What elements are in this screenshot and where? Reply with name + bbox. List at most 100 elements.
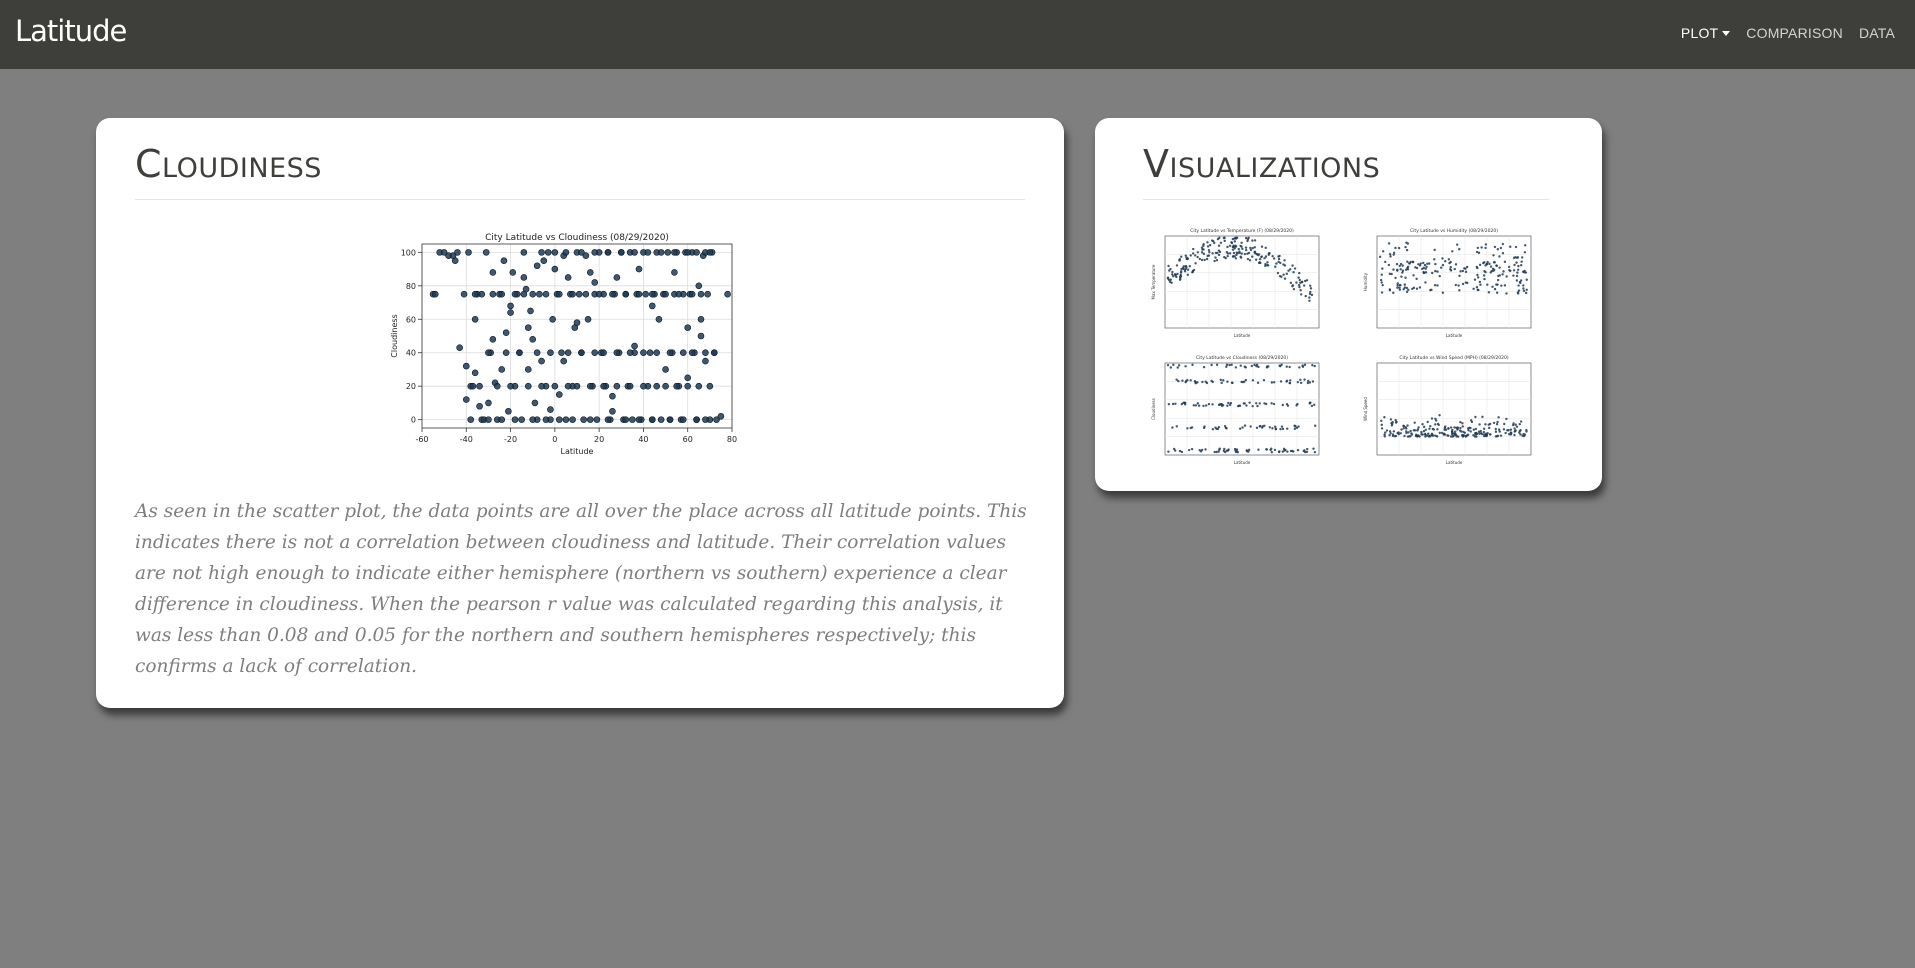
scatter-point <box>626 349 634 357</box>
thumbnail-point <box>1409 429 1412 433</box>
scatter-point <box>657 416 665 423</box>
scatter-point <box>485 349 492 357</box>
thumbnail-point <box>1175 275 1178 279</box>
thumbnail-point <box>1184 380 1187 384</box>
thumbnail-point <box>1453 426 1456 429</box>
thumbnail-point <box>1238 427 1242 430</box>
thumbnail-point <box>1303 363 1307 367</box>
scatter-point <box>431 290 439 298</box>
thumbnail-point <box>1512 422 1515 425</box>
thumbnail-y-label: Max Temperature <box>1151 264 1156 299</box>
scatter-point <box>704 290 711 298</box>
thumbnail-point <box>1313 450 1317 454</box>
thumbnail-point <box>1498 255 1501 258</box>
thumbnail-point <box>1270 381 1274 384</box>
thumbnail-point <box>1270 450 1273 454</box>
thumbnail-point <box>1472 428 1476 431</box>
thumbnail-point <box>1387 242 1391 245</box>
thumbnail-point <box>1461 282 1465 286</box>
thumbnail-point <box>1236 451 1240 454</box>
y-tick-label: 40 <box>406 349 416 358</box>
thumbnail-point <box>1525 291 1528 295</box>
scatter-point <box>684 374 692 382</box>
scatter-point <box>518 416 525 423</box>
nav-data-link[interactable]: DATA <box>1859 25 1895 41</box>
thumbnail-point <box>1436 422 1440 426</box>
thumbnail-point <box>1198 257 1202 261</box>
thumbnail-point <box>1438 414 1441 417</box>
thumbnail-point <box>1482 274 1486 277</box>
thumbnail-point <box>1464 267 1467 270</box>
nav-plot-dropdown[interactable]: PLOT <box>1681 25 1731 41</box>
thumbnail-point <box>1292 270 1295 274</box>
thumbnail-point <box>1428 427 1431 430</box>
wind-speed-plot-thumbnail[interactable]: City Latitude vs Wind Speed (MPH) (08/29… <box>1355 353 1555 473</box>
thumbnail-point <box>1223 255 1226 259</box>
thumbnail-point <box>1399 432 1402 435</box>
thumbnail-point <box>1461 425 1464 428</box>
thumbnail-point <box>1233 240 1237 243</box>
humidity-plot-thumbnail[interactable]: City Latitude vs Humidity (08/29/2020) La… <box>1355 226 1555 346</box>
thumbnail-point <box>1217 403 1221 407</box>
thumbnail-point <box>1404 276 1407 279</box>
thumbnail-point <box>1187 448 1191 452</box>
thumbnail-point <box>1279 364 1282 368</box>
thumbnail-point <box>1248 259 1252 262</box>
scatter-point <box>555 416 563 423</box>
temperature-plot-thumbnail[interactable]: City Latitude vs Temperature (F) (08/29/… <box>1143 226 1343 346</box>
thumbnail-point <box>1207 254 1211 257</box>
cloudiness-plot-thumbnail[interactable]: City Latitude vs Cloudiness (08/29/2020)… <box>1143 353 1343 473</box>
thumbnail-point <box>1399 268 1402 271</box>
thumbnail-point <box>1298 278 1302 282</box>
scatter-point <box>688 290 696 298</box>
thumbnail-point <box>1424 435 1427 438</box>
thumbnail-point <box>1419 262 1422 265</box>
thumbnail-point <box>1427 432 1430 435</box>
thumbnail-point <box>1476 246 1480 250</box>
thumbnail-point <box>1226 245 1229 249</box>
scatter-point <box>684 324 692 331</box>
x-tick-label: 40 <box>638 435 648 444</box>
scatter-point <box>564 382 572 390</box>
thumbnail-point <box>1308 296 1311 299</box>
thumbnail-point <box>1484 423 1487 426</box>
thumbnail-point <box>1216 251 1219 255</box>
navbar-brand[interactable]: Latitude <box>15 14 127 48</box>
thumbnail-point <box>1406 435 1410 438</box>
scatter-point <box>555 290 563 298</box>
thumbnail-point <box>1166 277 1170 280</box>
scatter-point <box>498 416 506 423</box>
thumbnail-point <box>1464 281 1468 284</box>
thumbnail-point <box>1295 404 1298 407</box>
thumbnail-point <box>1506 429 1509 432</box>
nav-comparison-link[interactable]: COMPARISON <box>1746 25 1843 41</box>
thumbnail-point <box>1475 286 1479 289</box>
thumbnail-point <box>1488 262 1491 266</box>
thumbnail-point <box>1202 404 1205 408</box>
thumbnail-point <box>1519 281 1522 285</box>
thumbnail-point <box>1191 270 1194 274</box>
thumbnail-point <box>1464 270 1468 274</box>
thumbnail-point <box>1291 264 1294 267</box>
thumbnail-point <box>1263 256 1266 260</box>
thumbnail-point <box>1222 379 1225 382</box>
scatter-point <box>507 302 514 310</box>
thumbnail-point <box>1201 380 1204 384</box>
thumbnail-point <box>1397 246 1401 250</box>
thumbnail-point <box>1286 427 1289 430</box>
thumbnail-point <box>1172 363 1175 367</box>
thumbnail-point <box>1167 403 1171 406</box>
thumbnail-y-label: Humidity <box>1363 272 1368 291</box>
thumbnail-point <box>1286 450 1289 453</box>
thumbnail-point <box>1309 287 1313 290</box>
thumbnail-point <box>1291 285 1294 288</box>
scatter-point <box>467 416 475 423</box>
thumbnail-point <box>1517 284 1520 287</box>
y-tick-label: 60 <box>406 315 416 324</box>
x-tick-label: -20 <box>504 435 517 444</box>
thumbnail-point <box>1443 428 1446 431</box>
scatter-point <box>600 349 607 357</box>
scatter-point <box>666 416 674 423</box>
navbar-links: PLOT COMPARISON DATA <box>1681 25 1895 41</box>
thumbnail-point <box>1197 404 1201 407</box>
